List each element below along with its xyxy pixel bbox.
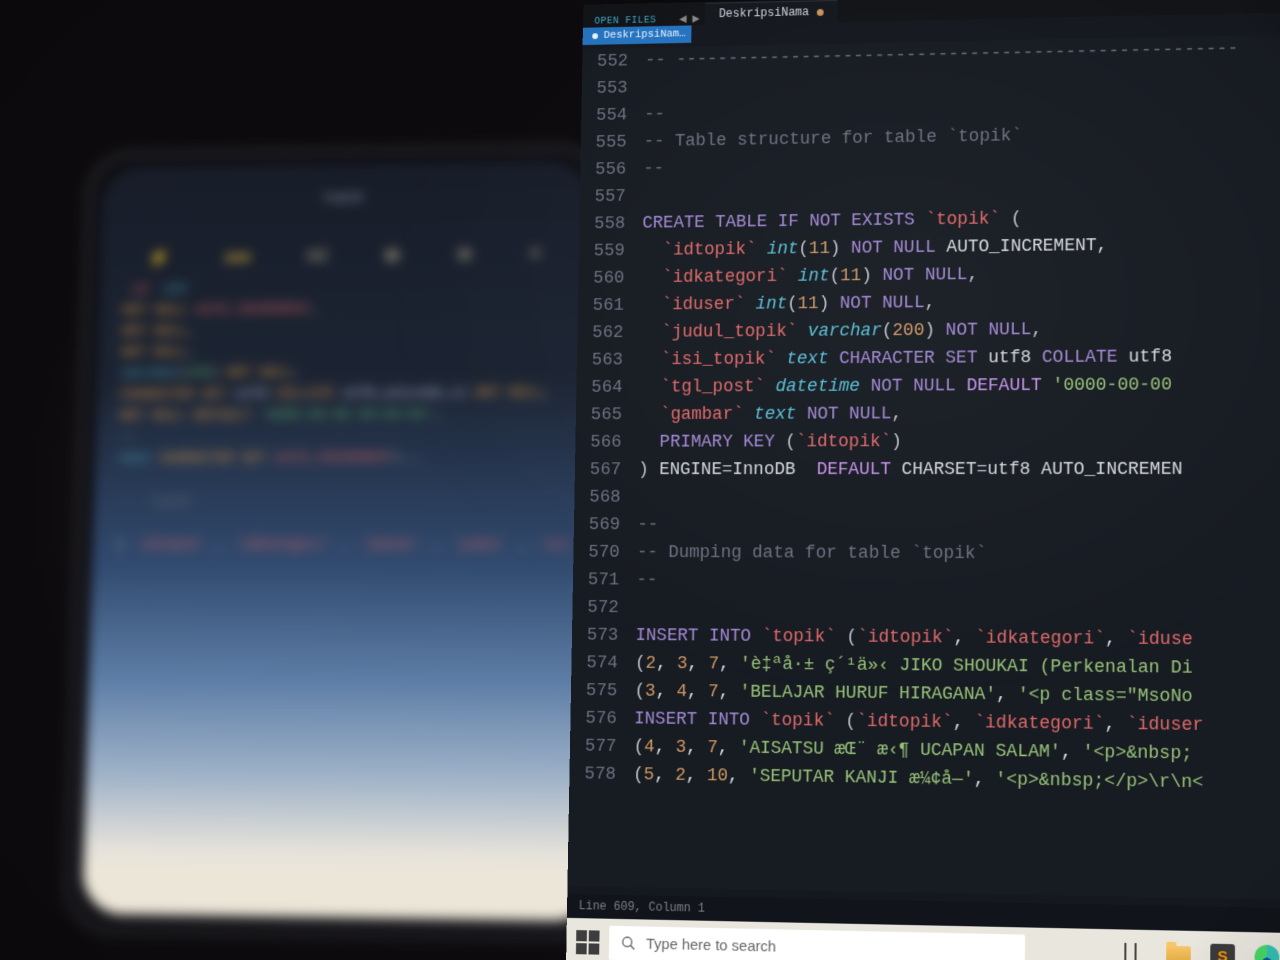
code-text [638,484,1280,513]
code-line[interactable]: 564 `tgl_post` datetime NOT NULL DEFAULT… [576,371,1280,402]
filter-icon: ✿ [385,246,400,267]
task-view-icon[interactable] [1120,941,1147,960]
line-number: 578 [569,760,633,789]
line-number: 557 [580,183,643,211]
taskbar-search-box[interactable]: Type here to search [609,926,1025,960]
phone-camera-mode-row: ⚡ HDR AI ✿ ⚙ ≡ [100,235,589,278]
editor-tab-bar: OPEN FILES ◀ ▶ DeskripsiNama [583,0,1280,28]
line-number: 563 [577,347,641,375]
line-number: 570 [573,539,637,567]
open-file-item[interactable]: DeskripsiNam… [583,25,692,45]
line-number: 572 [572,594,636,622]
phone-mirrored-code: `id` int NOT NULL AUTO_INCREMENT, NOT NU… [116,275,568,556]
line-number: 556 [580,156,643,184]
code-text: `gambar` text NOT NULL, [639,399,1280,429]
line-number: 552 [582,48,645,76]
line-number: 575 [571,677,635,705]
code-text: -- [637,512,1280,541]
code-line[interactable]: 562 `judul_topik` varchar(200) NOT NULL, [577,314,1280,347]
code-line[interactable]: 565 `gambar` text NOT NULL, [576,399,1280,429]
line-number: 561 [578,292,642,320]
line-number: 554 [581,102,644,130]
cursor-position: Line 609, Column 1 [579,899,705,916]
open-file-name: DeskripsiNam… [604,28,686,41]
edge-browser-icon[interactable] [1253,944,1280,960]
taskbar-pinned-apps: S [1120,941,1280,960]
line-number: 569 [574,511,638,539]
start-button[interactable] [576,930,600,955]
line-number: 558 [579,210,642,238]
laptop-screen: OPEN FILES ◀ ▶ DeskripsiNama DeskripsiNa… [566,0,1280,960]
flash-icon: ⚡ [148,248,170,269]
code-line[interactable]: 568 [574,484,1280,513]
code-text: ) ENGINE=InnoDB DEFAULT CHARSET=utf8 AUT… [638,456,1280,484]
code-area[interactable]: 552-- ----------------------------------… [567,34,1280,900]
code-line[interactable]: 563 `isi_topik` text CHARACTER SET utf8 … [577,342,1280,374]
code-editor-window: OPEN FILES ◀ ▶ DeskripsiNama DeskripsiNa… [566,0,1280,960]
line-number: 568 [574,484,638,512]
phone-status-text: topik [102,187,589,214]
code-line[interactable]: 569-- [574,511,1280,541]
line-number: 559 [579,237,643,265]
line-number: 574 [571,649,635,677]
settings-icon: ⚙ [457,245,473,266]
phone-taskbar-reflection [82,864,596,921]
code-text: `tgl_post` datetime NOT NULL DEFAULT '00… [639,371,1280,402]
search-icon [621,935,637,951]
line-number: 577 [570,733,634,762]
line-number: 566 [575,429,639,457]
code-line[interactable]: 571-- [573,566,1280,598]
code-text: `judul_topik` varchar(200) NOT NULL, [640,314,1280,346]
phone-device: topik ⚡ HDR AI ✿ ⚙ ≡ `id` int NOT NULL A… [61,142,617,943]
hdr-label: HDR [225,251,251,265]
file-explorer-icon[interactable] [1165,942,1192,960]
line-number: 555 [581,129,644,157]
code-line[interactable]: 567) ENGINE=InnoDB DEFAULT CHARSET=utf8 … [575,456,1280,484]
code-text: -- Dumping data for table `topik` [637,539,1280,569]
phone-screen: topik ⚡ HDR AI ✿ ⚙ ≡ `id` int NOT NULL A… [82,161,596,922]
line-number: 560 [578,265,642,293]
tab-nav-arrows[interactable]: ◀ ▶ [666,10,706,26]
line-number: 564 [576,374,640,402]
menu-icon: ≡ [530,245,541,264]
line-number: 565 [576,401,640,429]
tab-title: DeskripsiNama [719,5,809,21]
code-text: `isi_topik` text CHARACTER SET utf8 COLL… [640,342,1280,374]
sublime-text-icon[interactable]: S [1210,944,1235,960]
line-number: 573 [572,622,636,650]
code-text: PRIMARY KEY (`idtopik`) [639,427,1280,456]
line-number: 571 [573,566,637,594]
tab-active[interactable]: DeskripsiNama [705,0,837,25]
ai-icon: AI [307,247,328,266]
search-placeholder: Type here to search [646,935,776,955]
line-number: 576 [570,705,634,734]
code-line[interactable]: 570-- Dumping data for table `topik` [573,539,1280,570]
line-number: 562 [577,319,641,347]
line-number: 567 [575,456,639,484]
unsaved-indicator-icon [817,8,824,15]
line-number: 553 [582,75,645,103]
code-text: -- [636,567,1280,598]
code-line[interactable]: 566 PRIMARY KEY (`idtopik`) [575,427,1280,456]
